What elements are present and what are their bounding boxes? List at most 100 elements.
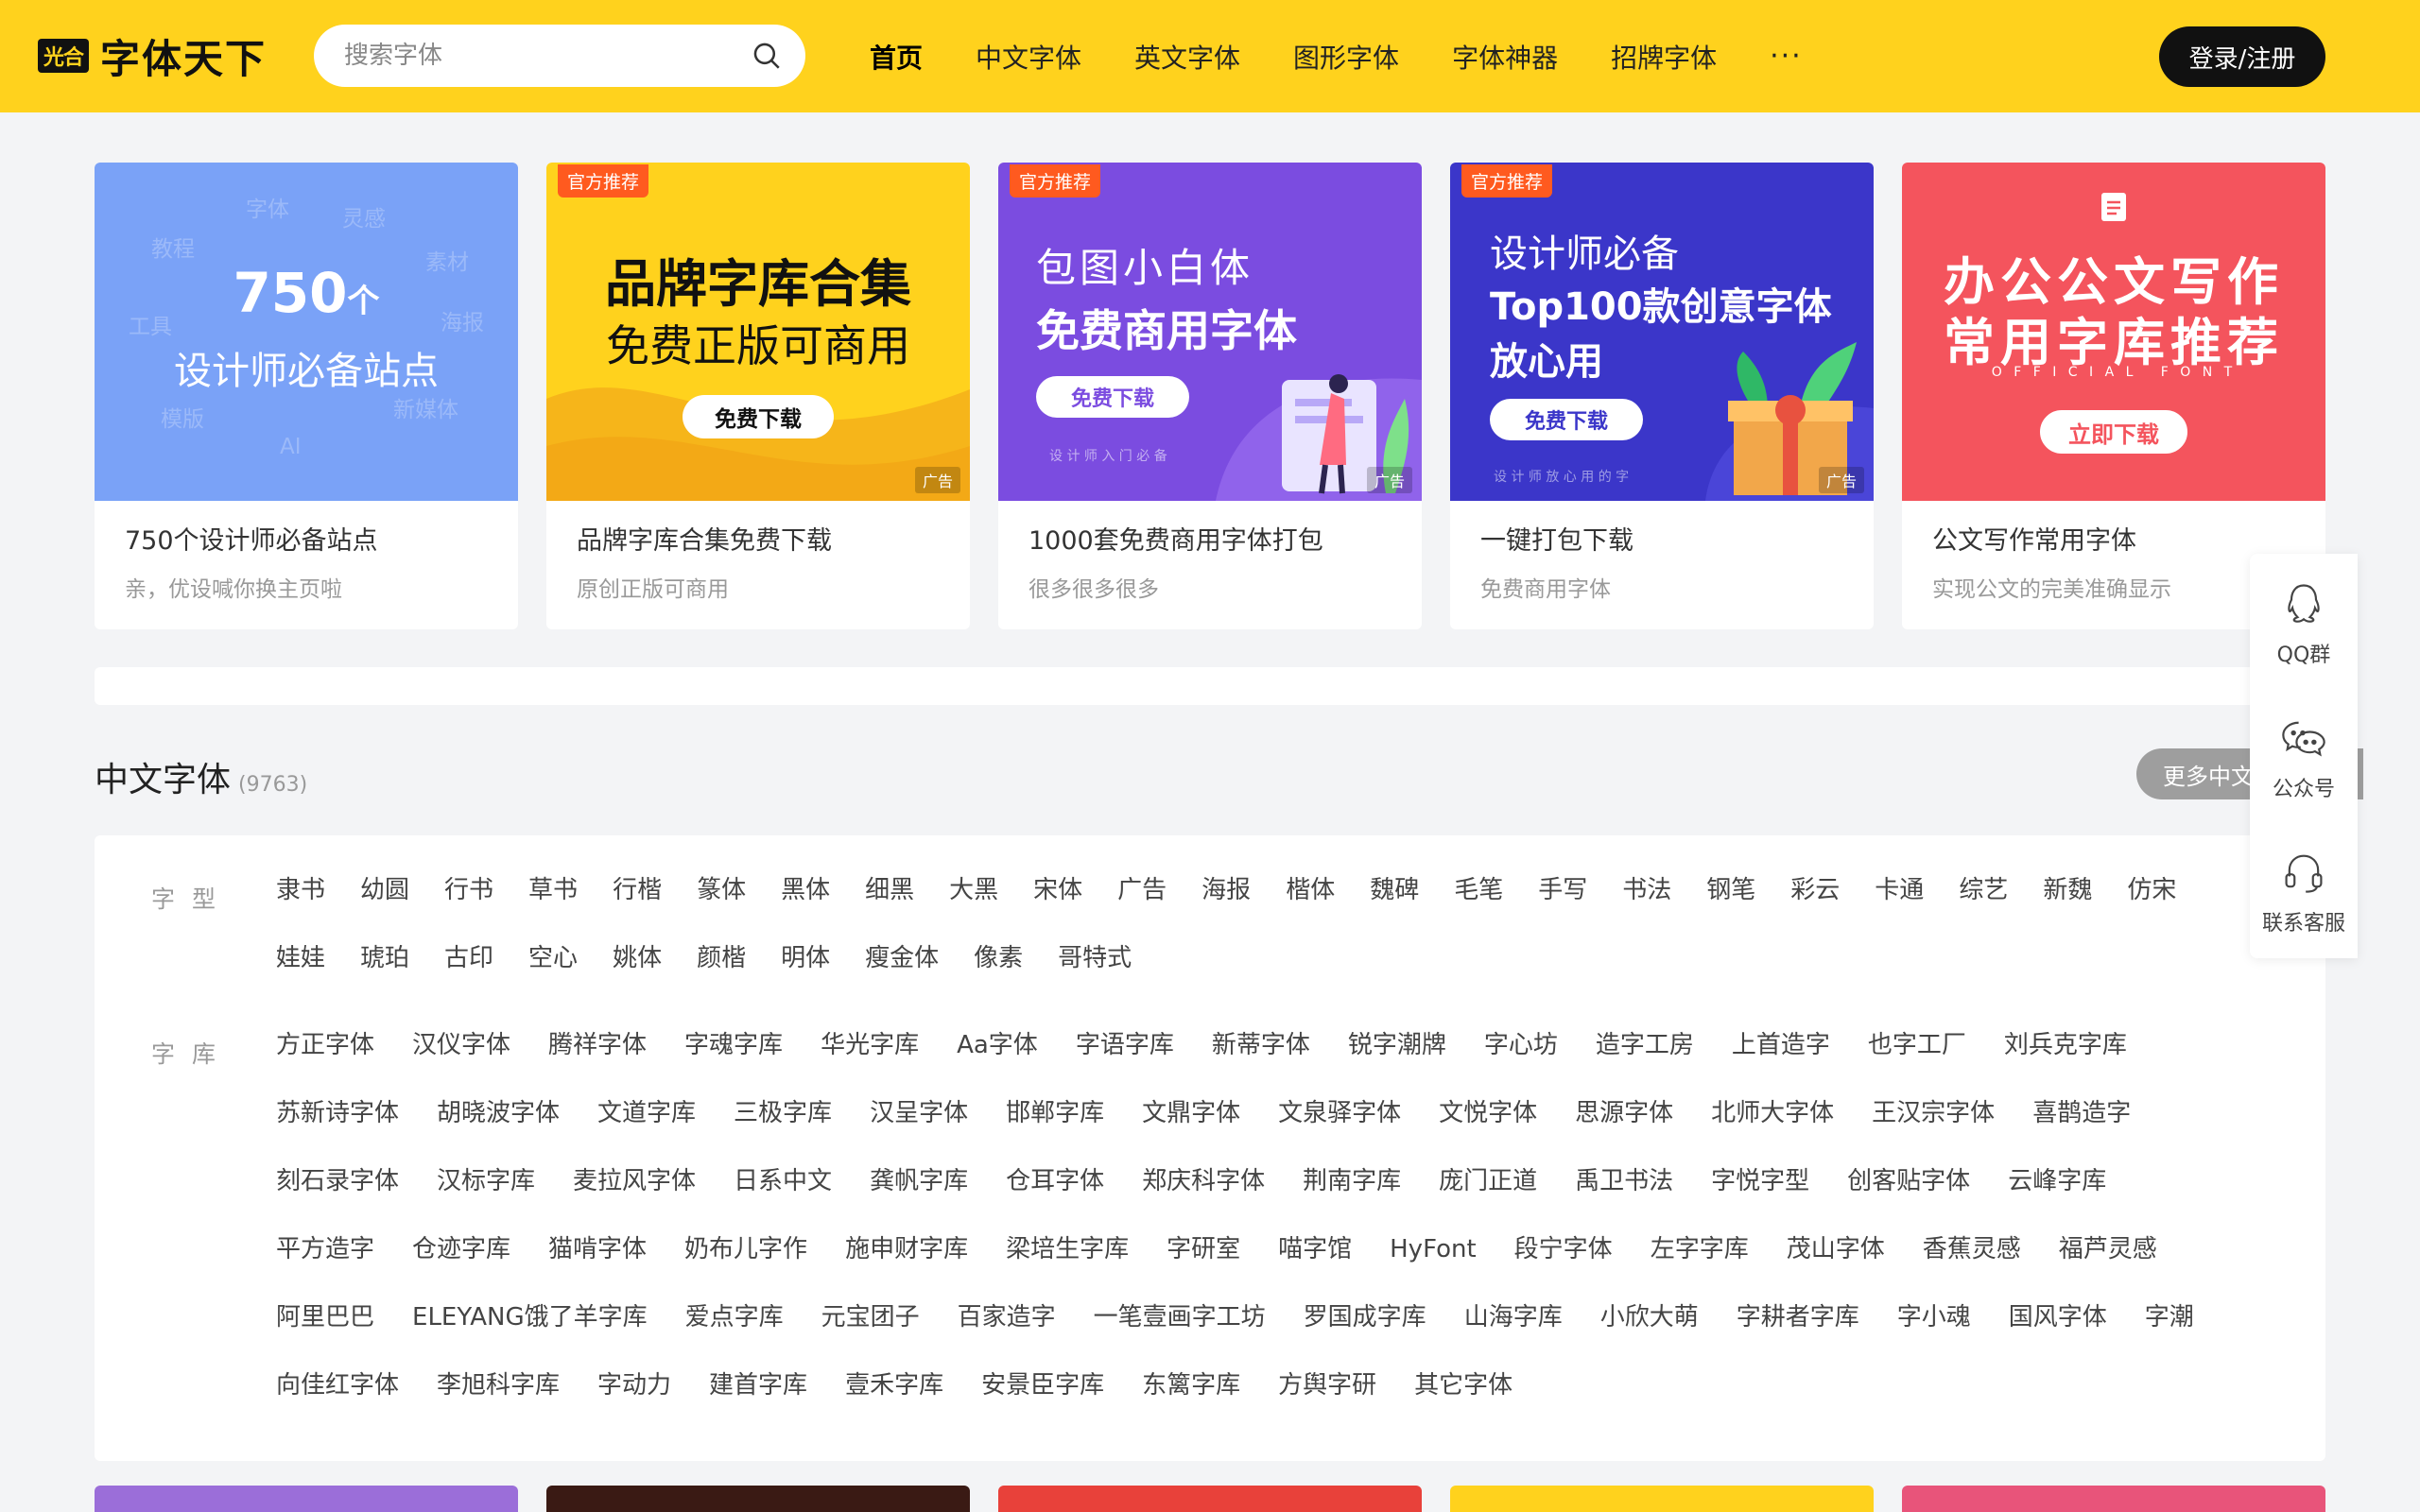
font-tag[interactable]: 山海字库: [1464, 1283, 1563, 1351]
font-tag[interactable]: 文悦字体: [1439, 1079, 1537, 1147]
font-tag[interactable]: 李旭科字库: [437, 1351, 560, 1419]
font-tag[interactable]: 综艺: [1959, 856, 2008, 924]
font-tag[interactable]: 隶书: [276, 856, 325, 924]
font-tag[interactable]: 像素: [974, 924, 1023, 992]
font-tag[interactable]: 彩云: [1790, 856, 1840, 924]
font-tag[interactable]: 哥特式: [1058, 924, 1132, 992]
font-tag[interactable]: 爱点字库: [685, 1283, 784, 1351]
font-tag[interactable]: 大黑: [949, 856, 998, 924]
font-tag[interactable]: 胡晓波字体: [437, 1079, 560, 1147]
card-title[interactable]: 品牌字库合集免费下载: [577, 520, 832, 557]
font-tag[interactable]: 安景臣字库: [981, 1351, 1104, 1419]
font-tag[interactable]: 文鼎字体: [1142, 1079, 1240, 1147]
font-tag[interactable]: 国风字体: [2009, 1283, 2107, 1351]
font-tag[interactable]: 喜鹊造字: [2032, 1079, 2131, 1147]
font-tag[interactable]: 段宁字体: [1514, 1215, 1613, 1283]
font-tag[interactable]: 平方造字: [276, 1215, 374, 1283]
font-tag[interactable]: 郑庆科字体: [1142, 1147, 1265, 1215]
font-tag[interactable]: 刘兵克字库: [2004, 1011, 2127, 1079]
search-input[interactable]: [344, 42, 751, 70]
font-tag[interactable]: 卡通: [1875, 856, 1924, 924]
font-tag[interactable]: 空心: [528, 924, 578, 992]
font-tag[interactable]: 字语字库: [1076, 1011, 1174, 1079]
font-tag[interactable]: 文道字库: [597, 1079, 696, 1147]
font-tag[interactable]: 刻石录字体: [276, 1147, 399, 1215]
font-tag[interactable]: 奶布儿字作: [684, 1215, 807, 1283]
font-tag[interactable]: 细黑: [865, 856, 914, 924]
font-tag[interactable]: 猫啃字体: [548, 1215, 647, 1283]
font-tag[interactable]: 颜楷: [697, 924, 746, 992]
font-tag[interactable]: 字悦字型: [1711, 1147, 1809, 1215]
font-tag[interactable]: 字动力: [597, 1351, 671, 1419]
font-tag[interactable]: 篆体: [697, 856, 746, 924]
font-tag[interactable]: 书法: [1622, 856, 1671, 924]
font-tag[interactable]: 魏碑: [1370, 856, 1419, 924]
free-download-button[interactable]: 免费下载: [1036, 376, 1189, 418]
nav-chinese-fonts[interactable]: 中文字体: [976, 38, 1081, 76]
font-tag[interactable]: 东篱字库: [1142, 1351, 1240, 1419]
font-tag[interactable]: 壹禾字库: [845, 1351, 943, 1419]
banner-card[interactable]: 字体 灵感 教程 素材 工具 海报 模版 新媒体 AI 750个 设计师必备站点…: [95, 163, 518, 629]
font-tag[interactable]: Aa字体: [957, 1011, 1038, 1079]
side-customer-service[interactable]: 联系客服: [2250, 826, 2358, 958]
site-logo[interactable]: 光合 字体天下: [38, 34, 267, 82]
font-tag[interactable]: 创客贴字体: [1847, 1147, 1970, 1215]
font-tag[interactable]: 毛笔: [1454, 856, 1503, 924]
font-tag[interactable]: 云峰字库: [2008, 1147, 2106, 1215]
font-tag[interactable]: 元宝团子: [821, 1283, 920, 1351]
font-tag[interactable]: 禹卫书法: [1575, 1147, 1673, 1215]
font-tag[interactable]: 字心坊: [1484, 1011, 1558, 1079]
font-tag[interactable]: 阿里巴巴: [276, 1283, 374, 1351]
font-tag[interactable]: 其它字体: [1414, 1351, 1512, 1419]
font-tag[interactable]: 黑体: [781, 856, 830, 924]
login-register-button[interactable]: 登录/注册: [2159, 26, 2325, 87]
banner-card[interactable]: 官方推荐 设计师必备 Top100款创意字体 放心用 免费下载 设 计 师 放 …: [1450, 163, 1874, 629]
font-tag[interactable]: 三极字库: [734, 1079, 832, 1147]
font-tag[interactable]: 草书: [528, 856, 578, 924]
font-tag[interactable]: 上首造字: [1732, 1011, 1830, 1079]
nav-more-icon[interactable]: ···: [1770, 40, 1803, 73]
font-tag[interactable]: 汉呈字体: [870, 1079, 968, 1147]
font-tag[interactable]: 苏新诗字体: [276, 1079, 399, 1147]
font-tag[interactable]: 古印: [444, 924, 493, 992]
font-tag[interactable]: 明体: [781, 924, 830, 992]
font-tag[interactable]: 楷体: [1286, 856, 1335, 924]
font-tag[interactable]: ELEYANG饿了羊字库: [412, 1283, 648, 1351]
nav-english-fonts[interactable]: 英文字体: [1134, 38, 1240, 76]
font-tag[interactable]: 手写: [1538, 856, 1587, 924]
side-qq-group[interactable]: QQ群: [2250, 558, 2358, 690]
font-tag[interactable]: 仓迹字库: [412, 1215, 510, 1283]
font-tag[interactable]: 福芦灵感: [2059, 1215, 2157, 1283]
font-tag[interactable]: 文泉驿字体: [1278, 1079, 1401, 1147]
font-tag[interactable]: 造字工房: [1596, 1011, 1694, 1079]
font-tag[interactable]: 施申财字库: [845, 1215, 968, 1283]
download-now-button[interactable]: 立即下载: [2040, 410, 2187, 454]
font-tag[interactable]: 罗国成字库: [1304, 1283, 1426, 1351]
font-tag[interactable]: 荆南字库: [1303, 1147, 1401, 1215]
font-tag[interactable]: 字耕者字库: [1737, 1283, 1859, 1351]
font-tag[interactable]: 华光字库: [821, 1011, 919, 1079]
font-tag[interactable]: HyFont: [1390, 1215, 1477, 1283]
font-tag[interactable]: 也字工厂: [1868, 1011, 1966, 1079]
font-tag[interactable]: 幼圆: [360, 856, 409, 924]
font-tag[interactable]: 字潮: [2145, 1283, 2194, 1351]
font-tag[interactable]: 新蒂字体: [1212, 1011, 1310, 1079]
font-tag[interactable]: 广告: [1117, 856, 1167, 924]
card-title[interactable]: 一键打包下载: [1480, 520, 1634, 557]
nav-signboard-fonts[interactable]: 招牌字体: [1611, 38, 1717, 76]
banner-card[interactable]: 官方推荐 包图小白体 免费商用字体 免费下载 设 计 师 入 门 必 备 广告 …: [998, 163, 1422, 629]
font-tag[interactable]: 方舆字研: [1278, 1351, 1376, 1419]
font-tag[interactable]: 琥珀: [360, 924, 409, 992]
font-tag[interactable]: 北师大字体: [1711, 1079, 1834, 1147]
font-tag[interactable]: 宋体: [1033, 856, 1082, 924]
search-icon[interactable]: [751, 40, 783, 72]
font-tag[interactable]: 姚体: [613, 924, 662, 992]
font-tag[interactable]: 茂山字体: [1787, 1215, 1885, 1283]
font-tag[interactable]: 王汉宗字体: [1872, 1079, 1995, 1147]
font-tag[interactable]: 行书: [444, 856, 493, 924]
font-tag[interactable]: 一笔壹画字工坊: [1094, 1283, 1266, 1351]
font-tag[interactable]: 钢笔: [1706, 856, 1755, 924]
font-tag[interactable]: 龚帆字库: [870, 1147, 968, 1215]
font-tag[interactable]: 向佳红字体: [276, 1351, 399, 1419]
side-wechat[interactable]: 公众号: [2250, 692, 2358, 824]
